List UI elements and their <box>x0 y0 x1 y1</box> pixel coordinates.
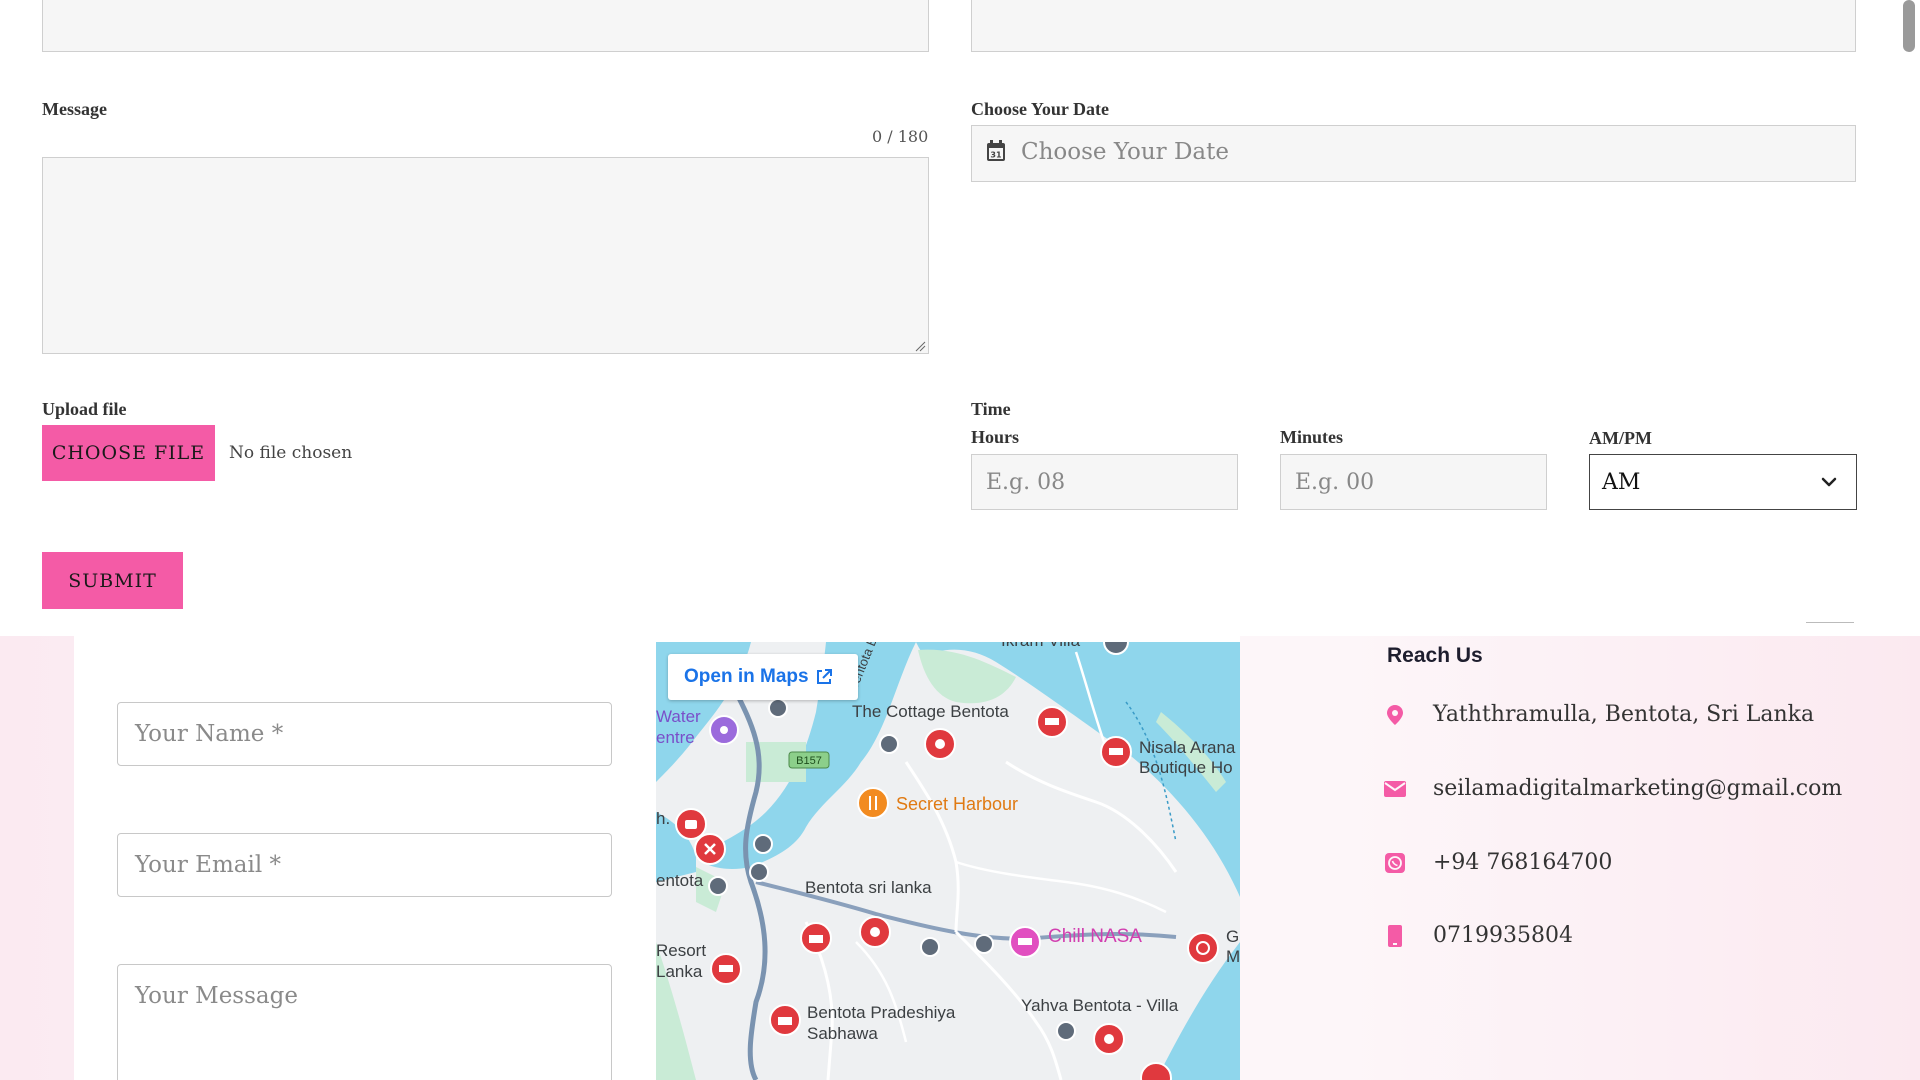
ampm-select[interactable]: AM <box>1589 454 1857 510</box>
contact-address: Yaththramulla, Bentota, Sri Lanka <box>1383 702 1814 727</box>
envelope-icon <box>1383 777 1407 801</box>
map-label-cottage: The Cottage Bentota <box>852 702 1009 721</box>
contact-mobile-text[interactable]: 0719935804 <box>1433 923 1573 948</box>
map-label-resort: Resort <box>656 941 706 960</box>
scrollbar-thumb[interactable] <box>1903 0 1915 52</box>
map-label-b157: B157 <box>796 755 822 767</box>
map-pin-water-centre[interactable] <box>709 715 739 745</box>
message-char-counter: 0 / 180 <box>872 127 929 146</box>
embedded-map[interactable]: B157 Ikram Villa The Cottage Bentota Nis… <box>656 642 1240 1080</box>
resize-grip-icon[interactable] <box>914 340 926 352</box>
open-in-maps-button[interactable]: Open in Maps <box>668 654 858 700</box>
map-pin-spa[interactable] <box>1187 932 1219 964</box>
no-file-text: No file chosen <box>229 443 353 463</box>
map-label-bentota-sri-lanka: Bentota sri lanka <box>805 878 932 897</box>
first-name-field[interactable] <box>42 0 929 52</box>
map-canvas[interactable]: B157 Ikram Villa The Cottage Bentota Nis… <box>656 642 1240 1080</box>
minutes-input[interactable]: E.g. 00 <box>1280 454 1547 510</box>
map-pin-bank-1[interactable] <box>800 922 832 954</box>
date-label: Choose Your Date <box>971 99 1109 119</box>
message-textarea[interactable] <box>42 157 929 354</box>
map-label-ikram-villa: Ikram Villa <box>1001 642 1081 650</box>
map-bus-stop-4[interactable] <box>749 862 769 882</box>
map-bus-stop-8[interactable] <box>1056 1021 1076 1041</box>
time-label: Time <box>971 399 1011 419</box>
map-label-pradeshiya-2: Sabhawa <box>807 1024 878 1043</box>
map-label-nisala-2: Boutique Ho <box>1139 758 1233 777</box>
map-label-yahva: Yahva Bentota - Villa <box>1021 996 1179 1015</box>
date-placeholder: Choose Your Date <box>1021 139 1229 165</box>
upload-label: Upload file <box>42 399 127 419</box>
hours-label: Hours <box>971 427 1020 447</box>
map-label-pradeshiya-1: Bentota Pradeshiya <box>807 1003 956 1022</box>
map-pin-camera[interactable] <box>675 808 707 840</box>
submit-button[interactable]: SUBMIT <box>42 552 183 609</box>
map-bus-stop-3[interactable] <box>753 834 773 854</box>
contact-mobile[interactable]: 0719935804 <box>1383 923 1573 948</box>
hours-input[interactable]: E.g. 08 <box>971 454 1238 510</box>
map-label-nisala-1: Nisala Arana <box>1139 738 1236 757</box>
appointment-form: Message 0 / 180 Choose Your Date 31 Choo… <box>0 0 1920 636</box>
map-label-water-2: entre <box>656 728 695 747</box>
map-label-chill-nasa: Chill NASA <box>1048 926 1142 947</box>
map-pin-cottage[interactable] <box>1036 706 1068 738</box>
map-bus-stop-7[interactable] <box>974 934 994 954</box>
calendar-icon: 31 <box>987 140 1005 161</box>
mobile-phone-icon <box>1383 924 1407 948</box>
map-pin-chill-nasa[interactable] <box>1009 926 1041 958</box>
ampm-label: AM/PM <box>1589 428 1652 448</box>
choose-file-button[interactable]: CHOOSE FILE <box>42 425 215 481</box>
contact-email[interactable]: seilamadigitalmarketing@gmail.com <box>1383 776 1842 801</box>
your-email-input[interactable]: Your Email * <box>117 833 612 897</box>
map-pin-tools[interactable] <box>694 833 726 865</box>
whatsapp-icon <box>1383 851 1407 875</box>
external-link-icon <box>816 669 832 684</box>
your-message-input[interactable]: Your Message <box>117 964 612 1080</box>
map-label-g: G <box>1226 927 1239 946</box>
last-field[interactable] <box>971 0 1856 52</box>
minutes-label: Minutes <box>1280 427 1343 447</box>
map-bus-stop-5[interactable] <box>708 876 728 896</box>
contact-whatsapp-text[interactable]: +94 768164700 <box>1433 850 1612 875</box>
reach-us-title: Reach Us <box>1387 644 1483 667</box>
map-pin-pradeshiya[interactable] <box>769 1004 801 1036</box>
map-bus-stop-2[interactable] <box>879 734 899 754</box>
contact-section: Your Name * Your Email * Your Message B1… <box>0 636 1920 1080</box>
map-pin-red-dot-2[interactable] <box>859 916 891 948</box>
map-pin-restaurant[interactable] <box>857 787 889 819</box>
message-label: Message <box>42 99 107 119</box>
your-name-input[interactable]: Your Name * <box>117 702 612 766</box>
map-label-m: M <box>1226 947 1240 966</box>
map-pin-nisala[interactable] <box>1100 736 1132 768</box>
chevron-down-icon <box>1821 477 1837 487</box>
map-bus-stop-6[interactable] <box>920 937 940 957</box>
map-label-h: h. <box>656 809 670 828</box>
contact-address-text: Yaththramulla, Bentota, Sri Lanka <box>1433 702 1815 727</box>
contact-whatsapp[interactable]: +94 768164700 <box>1383 850 1612 875</box>
map-pin-red-dot-1[interactable] <box>924 728 956 760</box>
map-label-entota: entota <box>656 871 704 890</box>
map-label-water-1: Water <box>656 707 701 726</box>
map-bus-stop-1[interactable] <box>768 698 788 718</box>
ampm-value: AM <box>1602 469 1641 495</box>
map-pin-resort[interactable] <box>710 953 742 985</box>
map-label-lanka: Lanka <box>656 962 703 981</box>
contact-email-text[interactable]: seilamadigitalmarketing@gmail.com <box>1433 776 1842 801</box>
map-label-secret-harbour: Secret Harbour <box>896 794 1018 814</box>
open-in-maps-label: Open in Maps <box>684 666 809 687</box>
divider <box>1806 622 1854 623</box>
location-pin-icon <box>1383 703 1407 727</box>
map-pin-red-dot-3[interactable] <box>1093 1023 1125 1055</box>
svg-text:31: 31 <box>990 151 1002 160</box>
